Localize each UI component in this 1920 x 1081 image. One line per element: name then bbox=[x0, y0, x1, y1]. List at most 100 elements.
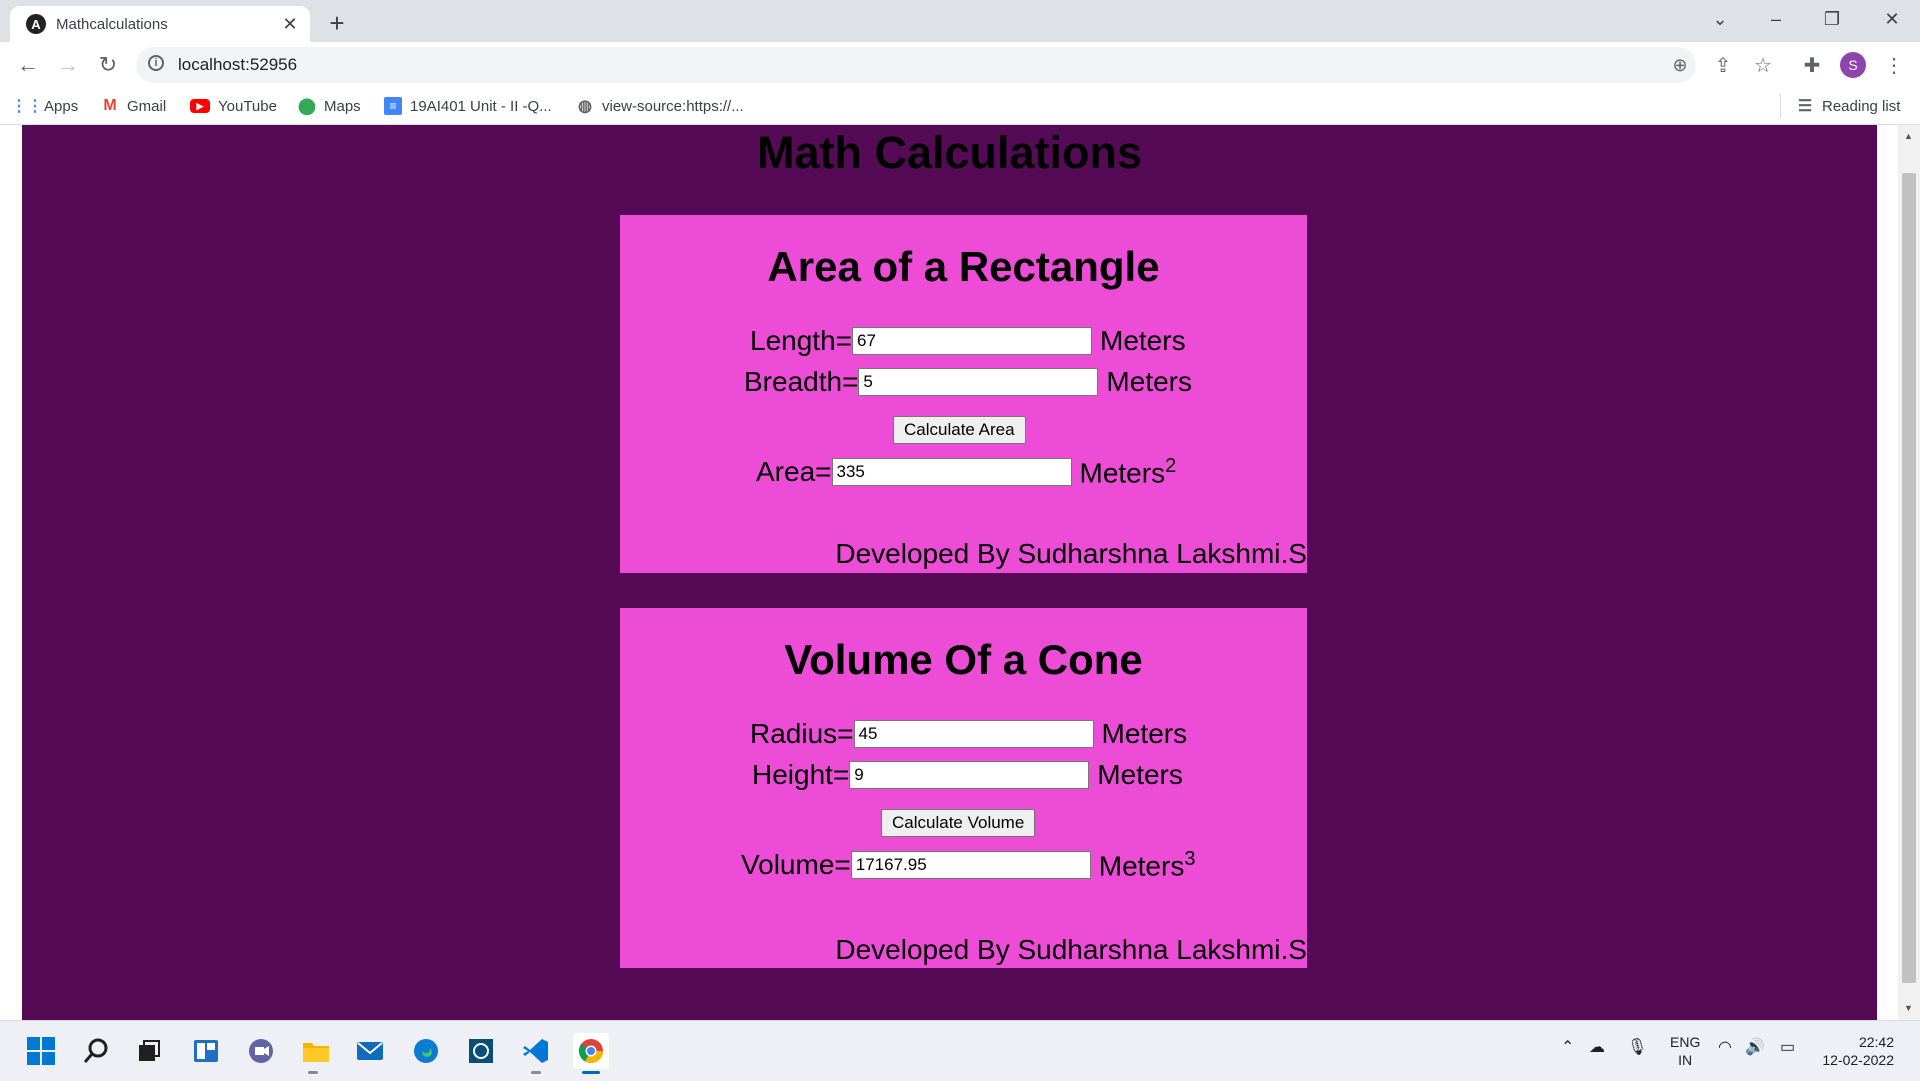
edge-browser-icon[interactable] bbox=[408, 1033, 444, 1069]
volume-row: Volume= Meters3 bbox=[741, 848, 1195, 882]
bookmark-apps[interactable]: ⋮⋮ Apps bbox=[11, 96, 79, 116]
address-url[interactable]: localhost:52956 bbox=[178, 55, 297, 75]
reading-list-icon: ☰ bbox=[1797, 98, 1813, 115]
radius-unit: Meters bbox=[1101, 718, 1188, 749]
cone-title: Volume Of a Cone bbox=[784, 636, 1143, 683]
extensions-puzzle-icon[interactable]: ✚ bbox=[1796, 49, 1828, 81]
page-viewport: Math Calculations Area of a Rectangle Le… bbox=[0, 125, 1920, 1020]
vscode-icon[interactable] bbox=[518, 1033, 554, 1069]
mail-icon[interactable] bbox=[352, 1033, 388, 1069]
height-input[interactable] bbox=[849, 761, 1090, 789]
scroll-down-arrow-icon[interactable]: ▼ bbox=[1904, 1003, 1913, 1013]
globe-icon: ◍ bbox=[578, 98, 592, 115]
vertical-scrollbar[interactable]: ▲ ▼ bbox=[1898, 125, 1920, 1020]
teams-chat-icon[interactable] bbox=[243, 1033, 279, 1069]
apps-grid-icon: ⋮⋮ bbox=[11, 98, 43, 115]
length-unit: Meters bbox=[1100, 325, 1186, 356]
microphone-icon[interactable]: 🎙 bbox=[1627, 1039, 1647, 1057]
page-background: Math Calculations Area of a Rectangle Le… bbox=[22, 125, 1877, 1020]
gmail-icon: M bbox=[103, 97, 117, 114]
tab-search-chevron-icon[interactable]: ⌄ bbox=[1692, 0, 1748, 38]
site-info-icon[interactable]: i bbox=[148, 55, 164, 71]
volume-unit: Meters3 bbox=[1098, 848, 1196, 882]
bookmark-gmail[interactable]: M Gmail bbox=[101, 96, 166, 116]
minimize-button[interactable]: – bbox=[1748, 0, 1804, 38]
rectangle-credit: Developed By Sudharshna Lakshmi.S bbox=[835, 538, 1307, 569]
scrollbar-thumb[interactable] bbox=[1902, 173, 1916, 983]
bookmark-label: 19AI401 Unit - II -Q... bbox=[410, 97, 552, 115]
address-bar[interactable]: i localhost:52956 ⊕ bbox=[136, 47, 1696, 83]
area-label: Area= bbox=[756, 456, 832, 488]
search-icon[interactable] bbox=[78, 1033, 114, 1069]
area-row: Area= Meters2 bbox=[756, 455, 1176, 489]
reading-list-label: Reading list bbox=[1822, 97, 1901, 115]
bookmark-maps[interactable]: ⬤ Maps bbox=[298, 96, 361, 116]
restore-button[interactable]: ❐ bbox=[1804, 0, 1860, 38]
cone-card: Volume Of a Cone Radius= Meters Height= … bbox=[620, 608, 1307, 968]
onedrive-cloud-icon[interactable]: ☁ bbox=[1589, 1039, 1605, 1057]
height-label: Height= bbox=[752, 759, 850, 790]
area-power: 2 bbox=[1165, 455, 1177, 477]
radius-row: Radius= Meters bbox=[750, 718, 1187, 750]
breadth-label: Breadth= bbox=[744, 366, 859, 397]
area-output[interactable] bbox=[831, 458, 1072, 487]
wifi-icon[interactable]: ◠ bbox=[1718, 1039, 1732, 1057]
new-tab-button[interactable]: + bbox=[322, 8, 352, 38]
dell-app-icon[interactable] bbox=[463, 1033, 499, 1069]
bookmark-star-icon[interactable]: ☆ bbox=[1747, 49, 1779, 81]
height-row: Height= Meters bbox=[752, 759, 1183, 791]
close-window-button[interactable]: ✕ bbox=[1864, 0, 1920, 38]
height-unit: Meters bbox=[1097, 759, 1183, 790]
vscode-running-indicator bbox=[531, 1071, 541, 1074]
scroll-up-arrow-icon[interactable]: ▲ bbox=[1904, 131, 1913, 141]
bookmark-label: Apps bbox=[44, 97, 79, 115]
bookmark-label: Maps bbox=[324, 97, 361, 115]
browser-toolbar: ← → ↻ i localhost:52956 ⊕ ⇪ ☆ ✚ S ⋮ bbox=[0, 42, 1920, 88]
clock-date: 12-02-2022 bbox=[1822, 1052, 1894, 1068]
widgets-icon[interactable] bbox=[188, 1033, 224, 1069]
area-unit: Meters2 bbox=[1079, 455, 1177, 489]
reading-list-button[interactable]: ☰ Reading list bbox=[1796, 96, 1901, 116]
bookmark-label: Gmail bbox=[127, 97, 167, 115]
browser-tab[interactable]: A Mathcalculations ✕ bbox=[10, 6, 310, 42]
docs-icon: ≡ bbox=[384, 97, 402, 115]
profile-avatar[interactable]: S bbox=[1840, 52, 1866, 78]
calculate-area-button[interactable]: Calculate Area bbox=[893, 416, 1026, 444]
explorer-running-indicator bbox=[308, 1071, 318, 1074]
zoom-icon[interactable]: ⊕ bbox=[1668, 53, 1692, 77]
chrome-icon[interactable] bbox=[573, 1033, 609, 1069]
show-hidden-icons-chevron-icon[interactable]: ⌃ bbox=[1561, 1039, 1574, 1057]
forward-arrow-icon[interactable]: → bbox=[52, 49, 84, 81]
tab-close-icon[interactable]: ✕ bbox=[278, 12, 302, 36]
volume-icon[interactable]: 🔊 bbox=[1745, 1039, 1765, 1057]
bookmark-docs[interactable]: ≡ 19AI401 Unit - II -Q... bbox=[384, 96, 552, 116]
file-explorer-icon[interactable] bbox=[298, 1033, 334, 1069]
region-label: IN bbox=[1678, 1052, 1693, 1068]
calculate-volume-button[interactable]: Calculate Volume bbox=[881, 809, 1036, 837]
windows-taskbar: ⌃ ☁ 🎙 ENG IN ◠ 🔊 ▭ 22:42 12-02-2022 bbox=[0, 1020, 1920, 1081]
language-indicator[interactable]: ENG IN bbox=[1670, 1033, 1700, 1069]
breadth-unit: Meters bbox=[1106, 366, 1192, 397]
bookmark-youtube[interactable]: ▶ YouTube bbox=[190, 96, 277, 116]
volume-output[interactable] bbox=[850, 851, 1091, 880]
bookmark-label: YouTube bbox=[218, 97, 277, 115]
tab-title: Mathcalculations bbox=[56, 15, 168, 33]
page-heading: Math Calculations bbox=[756, 127, 1143, 178]
volume-label: Volume= bbox=[741, 849, 851, 881]
reload-icon[interactable]: ↻ bbox=[92, 49, 124, 81]
menu-kebab-icon[interactable]: ⋮ bbox=[1878, 49, 1910, 81]
battery-icon[interactable]: ▭ bbox=[1780, 1039, 1795, 1057]
radius-input[interactable] bbox=[853, 720, 1094, 748]
back-arrow-icon[interactable]: ← bbox=[12, 49, 44, 81]
breadth-row: Breadth= Meters bbox=[744, 366, 1192, 398]
clock[interactable]: 22:42 12-02-2022 bbox=[1818, 1033, 1894, 1069]
bookmarks-divider bbox=[1780, 94, 1781, 118]
share-icon[interactable]: ⇪ bbox=[1707, 49, 1739, 81]
task-view-icon[interactable] bbox=[131, 1033, 167, 1069]
length-label: Length= bbox=[750, 325, 852, 356]
bookmark-view-source[interactable]: ◍ view-source:https://... bbox=[576, 96, 744, 116]
length-input[interactable] bbox=[852, 327, 1092, 355]
breadth-input[interactable] bbox=[858, 368, 1099, 396]
angular-favicon-icon: A bbox=[26, 14, 46, 34]
windows-start-icon[interactable] bbox=[23, 1033, 59, 1069]
